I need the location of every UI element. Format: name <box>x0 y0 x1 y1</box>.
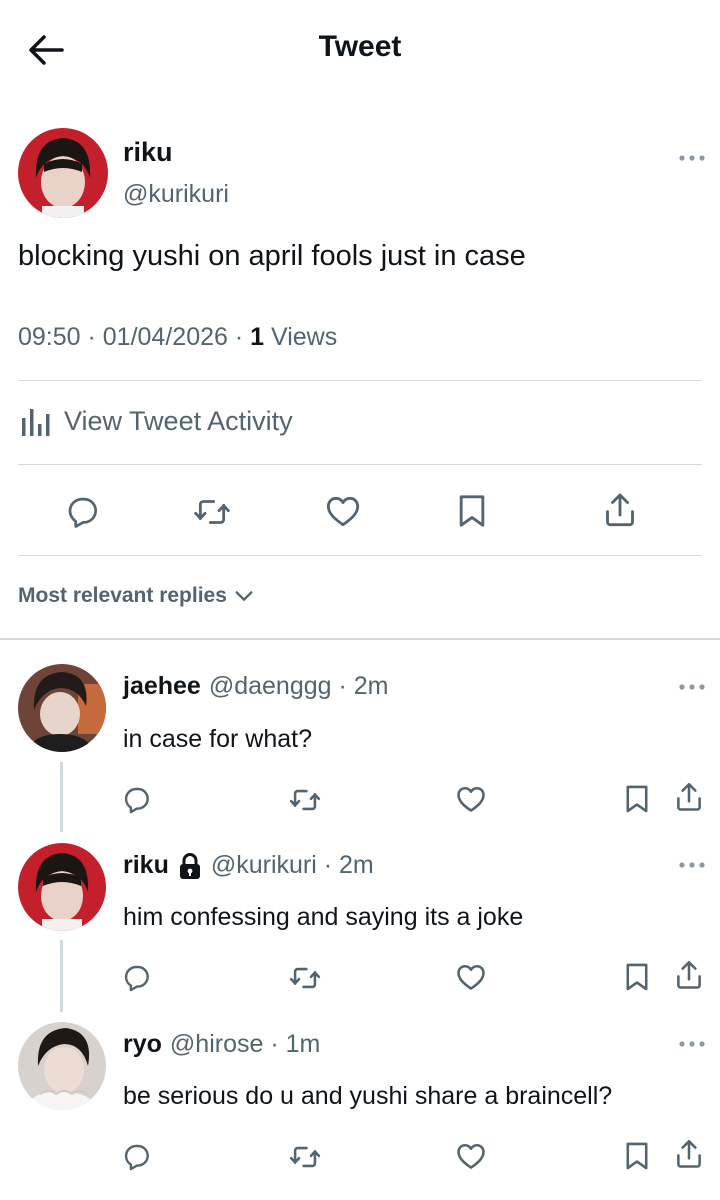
tweet-meta: 09:50 · 01/04/2026 · 1 Views <box>18 323 337 352</box>
reply-author-name[interactable]: jaehee <box>123 672 201 701</box>
bookmark-icon[interactable] <box>452 491 492 531</box>
author-handle[interactable]: @kurikuri <box>123 180 229 209</box>
bar-chart-icon <box>22 409 50 436</box>
chevron-down-icon <box>235 591 253 601</box>
share-icon[interactable] <box>672 1137 706 1171</box>
view-tweet-activity-button[interactable]: View Tweet Activity <box>18 398 293 444</box>
reply-text: him confessing and saying its a joke <box>123 903 524 931</box>
reply-bubble-icon[interactable] <box>121 961 153 993</box>
avatar[interactable] <box>18 1022 106 1110</box>
more-dots-icon[interactable] <box>676 150 708 166</box>
heart-icon[interactable] <box>323 491 363 531</box>
more-dots-icon[interactable] <box>676 1036 708 1052</box>
reply-handle-time[interactable]: @hirose · 1m <box>170 1030 320 1059</box>
tweet-timestamp: 09:50 · 01/04/2026 · <box>18 323 251 351</box>
section-divider <box>0 638 720 640</box>
reply-text: in case for what? <box>123 725 312 753</box>
heart-icon[interactable] <box>454 960 488 994</box>
reply-handle-time[interactable]: @kurikuri · 2m <box>211 851 374 880</box>
retweet-icon[interactable] <box>192 492 232 532</box>
reply-bubble-icon[interactable] <box>64 492 102 530</box>
bookmark-icon[interactable] <box>620 960 654 994</box>
activity-label: View Tweet Activity <box>64 405 293 436</box>
share-icon[interactable] <box>672 958 706 992</box>
bookmark-icon[interactable] <box>620 1139 654 1173</box>
divider <box>18 555 702 556</box>
reply-bubble-icon[interactable] <box>121 1140 153 1172</box>
thread-line <box>60 762 63 832</box>
more-dots-icon[interactable] <box>676 679 708 695</box>
more-dots-icon[interactable] <box>676 857 708 873</box>
share-icon[interactable] <box>600 490 640 530</box>
retweet-icon[interactable] <box>288 783 322 817</box>
views-label: Views <box>264 323 338 351</box>
page-title: Tweet <box>318 30 402 63</box>
reply-header: riku @kurikuri · 2m <box>123 851 374 880</box>
reply-handle-time[interactable]: @daenggg · 2m <box>209 672 389 701</box>
tweet-text: blocking yushi on april fools just in ca… <box>18 240 526 272</box>
reply-bubble-icon[interactable] <box>121 783 153 815</box>
bookmark-icon[interactable] <box>620 782 654 816</box>
avatar[interactable] <box>18 664 106 752</box>
author-name[interactable]: riku <box>123 137 173 168</box>
divider <box>18 464 702 465</box>
reply-text: be serious do u and yushi share a brainc… <box>123 1082 613 1110</box>
sort-label: Most relevant replies <box>18 584 227 607</box>
reply-header: ryo @hirose · 1m <box>123 1030 320 1059</box>
retweet-icon[interactable] <box>288 1140 322 1174</box>
avatar[interactable] <box>18 843 106 931</box>
top-bar: Tweet <box>0 0 720 100</box>
share-icon[interactable] <box>672 780 706 814</box>
heart-icon[interactable] <box>454 782 488 816</box>
reply-header: jaehee @daenggg · 2m <box>123 672 389 701</box>
views-count: 1 <box>250 323 265 351</box>
thread-line <box>60 940 63 1012</box>
reply-author-name[interactable]: riku <box>123 851 169 880</box>
heart-icon[interactable] <box>454 1139 488 1173</box>
retweet-icon[interactable] <box>288 961 322 995</box>
divider <box>18 380 702 381</box>
replies-sort-button[interactable]: Most relevant replies <box>18 584 255 608</box>
reply-author-name[interactable]: ryo <box>123 1030 162 1059</box>
avatar[interactable] <box>18 128 108 218</box>
lock-icon <box>177 852 203 880</box>
